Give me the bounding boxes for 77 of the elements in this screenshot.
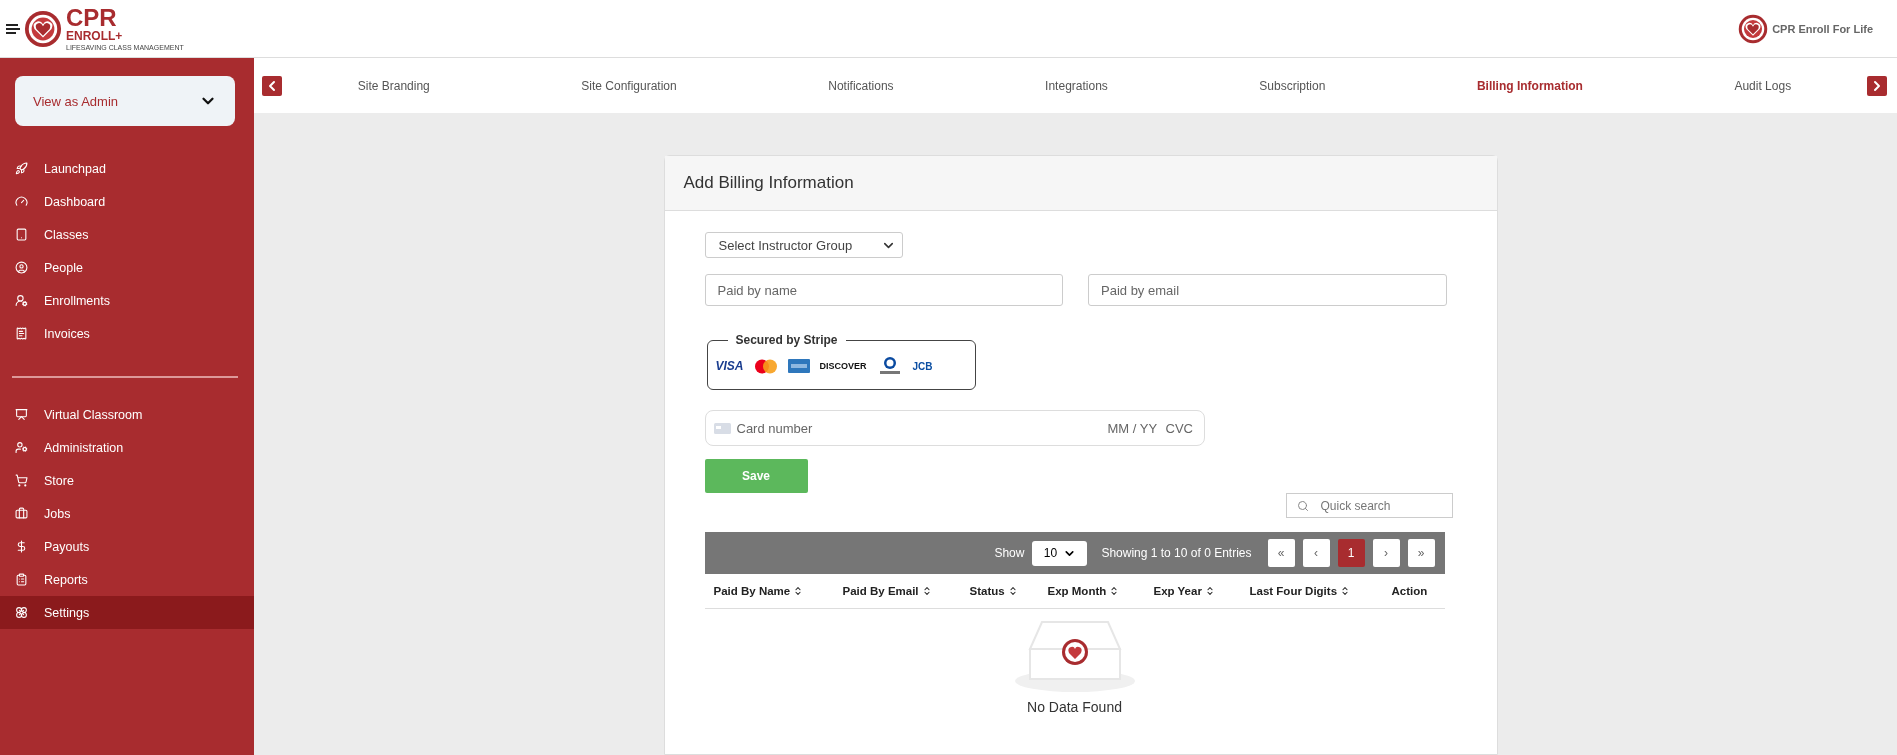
- empty-message: No Data Found: [1027, 699, 1122, 715]
- receipt-icon: [15, 327, 28, 340]
- rocket-icon: [15, 162, 28, 175]
- show-label: Show: [994, 546, 1025, 560]
- sidebar-item[interactable]: Reports: [0, 563, 254, 596]
- sidebar-item[interactable]: Invoices: [0, 317, 254, 350]
- user-gear-icon: [15, 441, 28, 454]
- logo-icon: [24, 9, 62, 48]
- column-header[interactable]: Paid By Name: [713, 585, 843, 597]
- sidebar-item[interactable]: Settings: [0, 596, 254, 629]
- menu-icon[interactable]: [6, 23, 20, 34]
- instructor-group-select[interactable]: Select Instructor Group: [704, 232, 903, 258]
- tab[interactable]: Audit Logs: [1728, 77, 1798, 94]
- sidebar-item[interactable]: Launchpad: [0, 152, 254, 185]
- tab[interactable]: Notifications: [822, 77, 900, 94]
- page-button[interactable]: «: [1267, 539, 1295, 567]
- dollar-icon: [15, 540, 28, 553]
- tablet-icon: [15, 228, 28, 241]
- discover-logo: DISCOVER: [819, 361, 867, 371]
- tab[interactable]: Site Configuration: [575, 77, 683, 94]
- sort-icon: [1007, 586, 1018, 596]
- visa-logo: VISA: [715, 359, 744, 373]
- column-header[interactable]: Status: [969, 585, 1048, 597]
- clipboard-icon: [15, 573, 28, 586]
- logo-subtitle: ENROLL+: [66, 30, 124, 42]
- column-header[interactable]: Exp Month: [1047, 585, 1154, 597]
- sidebar-item[interactable]: Dashboard: [0, 185, 254, 218]
- column-header[interactable]: Last Four Digits: [1249, 585, 1392, 597]
- sidebar-item[interactable]: People: [0, 251, 254, 284]
- credit-card-icon: [713, 422, 731, 434]
- user-gear-icon: [15, 294, 28, 307]
- tab[interactable]: Integrations: [1039, 77, 1114, 94]
- page-button[interactable]: »: [1407, 539, 1435, 567]
- user-circle-icon: [15, 261, 28, 274]
- tab[interactable]: Billing Information: [1470, 77, 1589, 94]
- page-size-select[interactable]: 10: [1032, 540, 1088, 566]
- scroll-left-button[interactable]: [262, 75, 282, 96]
- presentation-icon: [15, 408, 28, 421]
- briefcase-icon: [15, 507, 28, 520]
- jcb-logo: JCB: [912, 360, 933, 372]
- search-icon: [1296, 499, 1309, 512]
- email-input[interactable]: Paid by email: [1088, 274, 1447, 306]
- role-select[interactable]: View as Admin: [15, 76, 235, 126]
- mastercard-logo: [753, 358, 778, 374]
- sort-icon: [1340, 586, 1351, 596]
- sidebar-item[interactable]: Administration: [0, 431, 254, 464]
- column-header[interactable]: Exp Year: [1153, 585, 1250, 597]
- stripe-legend: Secured by Stripe: [727, 333, 846, 347]
- sidebar-item[interactable]: Classes: [0, 218, 254, 251]
- page-button[interactable]: ‹: [1302, 539, 1330, 567]
- logo-title: CPR: [66, 6, 118, 30]
- sort-icon: [921, 586, 932, 596]
- entries-info: Showing 1 to 10 of 0 Entries: [1101, 546, 1252, 560]
- sidebar-item[interactable]: Store: [0, 464, 254, 497]
- page-button[interactable]: 1: [1337, 539, 1365, 567]
- sort-icon: [1109, 586, 1120, 596]
- cart-icon: [15, 474, 28, 487]
- name-input[interactable]: Paid by name: [704, 274, 1063, 306]
- sort-icon: [793, 586, 804, 596]
- page-button[interactable]: ›: [1372, 539, 1400, 567]
- org-logo-icon: [1738, 13, 1769, 44]
- tab[interactable]: Subscription: [1253, 77, 1332, 94]
- scroll-right-button[interactable]: [1867, 75, 1887, 96]
- flower-icon: [15, 606, 28, 619]
- org-name: CPR Enroll For Life: [1772, 22, 1873, 35]
- sidebar-item[interactable]: Payouts: [0, 530, 254, 563]
- sidebar-item[interactable]: Enrollments: [0, 284, 254, 317]
- gauge-icon: [15, 195, 28, 208]
- search-field[interactable]: Quick search: [1285, 493, 1453, 518]
- sort-icon: [1204, 586, 1215, 596]
- amex-logo: [787, 359, 810, 373]
- card-title: Add Billing Information: [664, 156, 1497, 211]
- sidebar-item[interactable]: Jobs: [0, 497, 254, 530]
- tab[interactable]: Site Branding: [351, 77, 436, 94]
- column-header[interactable]: Paid By Email: [842, 585, 970, 597]
- column-header: Action: [1391, 585, 1429, 597]
- sidebar-item[interactable]: Virtual Classroom: [0, 398, 254, 431]
